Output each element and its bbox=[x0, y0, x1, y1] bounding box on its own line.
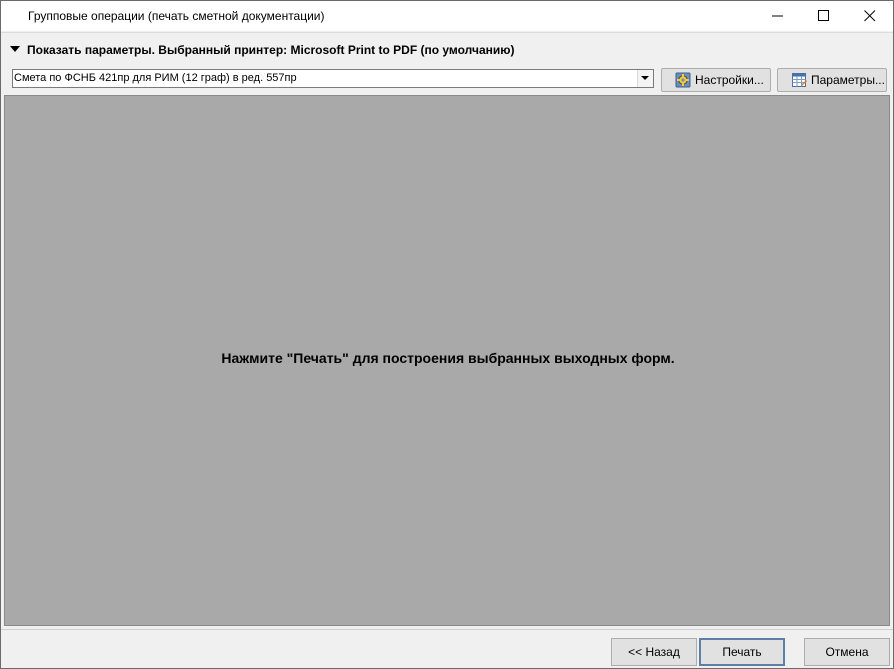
minimize-button[interactable] bbox=[755, 1, 801, 31]
cancel-button[interactable]: Отмена bbox=[804, 638, 890, 666]
table-parameters-icon bbox=[792, 73, 807, 87]
parameters-button[interactable]: Параметры... bbox=[777, 68, 887, 92]
window-title: Групповые операции (печать сметной докум… bbox=[28, 9, 325, 23]
output-form-select[interactable]: Смета по ФСНБ 421пр для РИМ (12 граф) в … bbox=[12, 69, 654, 88]
preview-area: Нажмите "Печать" для построения выбранны… bbox=[4, 95, 890, 626]
print-button[interactable]: Печать bbox=[699, 638, 785, 666]
minimize-icon bbox=[772, 15, 783, 17]
output-form-select-value: Смета по ФСНБ 421пр для РИМ (12 граф) в … bbox=[14, 72, 297, 84]
title-bar[interactable]: Групповые операции (печать сметной докум… bbox=[1, 1, 893, 31]
show-parameters-label[interactable]: Показать параметры. Выбранный принтер: M… bbox=[27, 43, 515, 57]
settings-button-label: Настройки... bbox=[695, 73, 764, 87]
maximize-button[interactable] bbox=[801, 1, 847, 31]
toolbar: Смета по ФСНБ 421пр для РИМ (12 граф) в … bbox=[1, 64, 893, 92]
back-button[interactable]: << Назад bbox=[611, 638, 697, 666]
preview-message: Нажмите "Печать" для построения выбранны… bbox=[221, 350, 675, 366]
dropdown-button[interactable] bbox=[637, 70, 653, 87]
triangle-down-icon[interactable] bbox=[10, 46, 20, 54]
settings-button[interactable]: Настройки... bbox=[661, 68, 771, 92]
dialog-window: Групповые операции (печать сметной докум… bbox=[0, 0, 894, 669]
close-button[interactable] bbox=[847, 1, 893, 31]
parameters-button-label: Параметры... bbox=[811, 73, 885, 87]
gear-settings-icon bbox=[675, 72, 691, 88]
close-icon bbox=[864, 10, 876, 22]
show-parameters-bar[interactable]: Показать параметры. Выбранный принтер: M… bbox=[1, 32, 893, 64]
dropdown-arrow-icon bbox=[641, 76, 649, 80]
footer-bar: << Назад Печать Отмена bbox=[1, 629, 893, 668]
maximize-icon bbox=[818, 10, 829, 21]
